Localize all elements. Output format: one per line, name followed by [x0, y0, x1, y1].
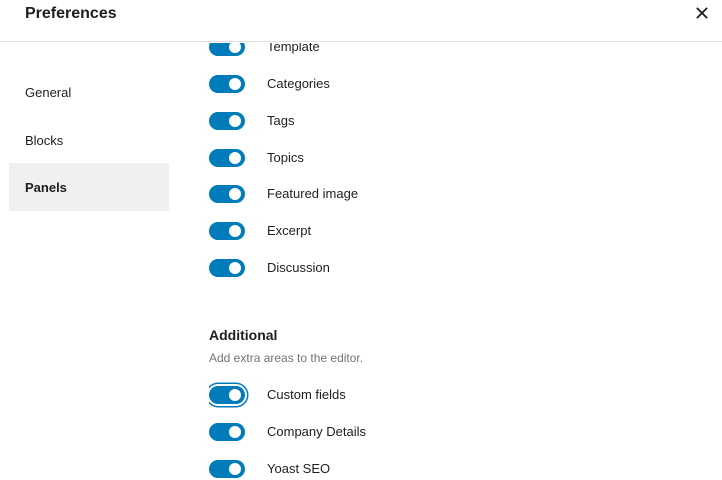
option-topics: Topics	[209, 146, 699, 170]
option-label: Discussion	[267, 260, 330, 275]
option-label: Company Details	[267, 424, 366, 439]
panels-content: Template Categories Tags Topics Featured…	[209, 43, 709, 480]
option-label: Excerpt	[267, 223, 312, 238]
toggle-thumb	[229, 426, 241, 438]
tab-general[interactable]: General	[9, 68, 169, 116]
option-featured-image: Featured image	[209, 182, 699, 206]
tags-toggle[interactable]	[209, 112, 245, 130]
option-label: Template	[267, 43, 320, 54]
toggle-thumb	[229, 225, 241, 237]
toggle-thumb	[229, 463, 241, 475]
featured-image-toggle[interactable]	[209, 185, 245, 203]
tab-blocks[interactable]: Blocks	[9, 116, 169, 164]
topics-toggle[interactable]	[209, 149, 245, 167]
excerpt-toggle[interactable]	[209, 222, 245, 240]
option-custom-fields: Custom fields	[209, 383, 699, 407]
company-details-toggle[interactable]	[209, 423, 245, 441]
template-toggle[interactable]	[209, 43, 245, 56]
toggle-thumb	[229, 43, 241, 53]
tab-general-label: General	[25, 84, 72, 100]
close-button[interactable]	[690, 0, 714, 26]
option-excerpt: Excerpt	[209, 219, 699, 243]
option-label: Topics	[267, 150, 304, 165]
option-tags: Tags	[209, 109, 699, 133]
option-label: Featured image	[267, 186, 359, 201]
toggle-thumb	[229, 389, 241, 401]
tab-panels-label: Panels	[25, 179, 67, 195]
option-label: Categories	[267, 76, 330, 91]
option-label: Custom fields	[267, 387, 346, 402]
option-yoast-seo: Yoast SEO	[209, 457, 699, 480]
additional-section-description: Add extra areas to the editor.	[209, 351, 364, 365]
toggle-thumb	[229, 188, 241, 200]
toggle-thumb	[229, 78, 241, 90]
modal-header: Preferences	[0, 0, 722, 42]
option-label: Yoast SEO	[267, 461, 331, 476]
tab-blocks-label: Blocks	[25, 132, 64, 148]
discussion-toggle[interactable]	[209, 259, 245, 277]
tab-panels[interactable]: Panels	[9, 163, 169, 211]
yoast-seo-toggle[interactable]	[209, 460, 245, 478]
preferences-sidebar: General Blocks Panels	[0, 43, 180, 480]
categories-toggle[interactable]	[209, 75, 245, 93]
modal-title: Preferences	[25, 5, 117, 22]
option-categories: Categories	[209, 72, 699, 96]
additional-section-title: Additional	[209, 327, 278, 343]
option-discussion: Discussion	[209, 256, 699, 280]
toggle-thumb	[229, 152, 241, 164]
option-template: Template	[209, 43, 699, 59]
toggle-thumb	[229, 262, 241, 274]
close-icon	[696, 7, 708, 19]
option-company-details: Company Details	[209, 420, 699, 444]
preferences-modal: Preferences General Blocks Panels Templa…	[0, 0, 722, 480]
custom-fields-toggle[interactable]	[209, 386, 245, 404]
option-label: Tags	[267, 113, 295, 128]
toggle-thumb	[229, 115, 241, 127]
